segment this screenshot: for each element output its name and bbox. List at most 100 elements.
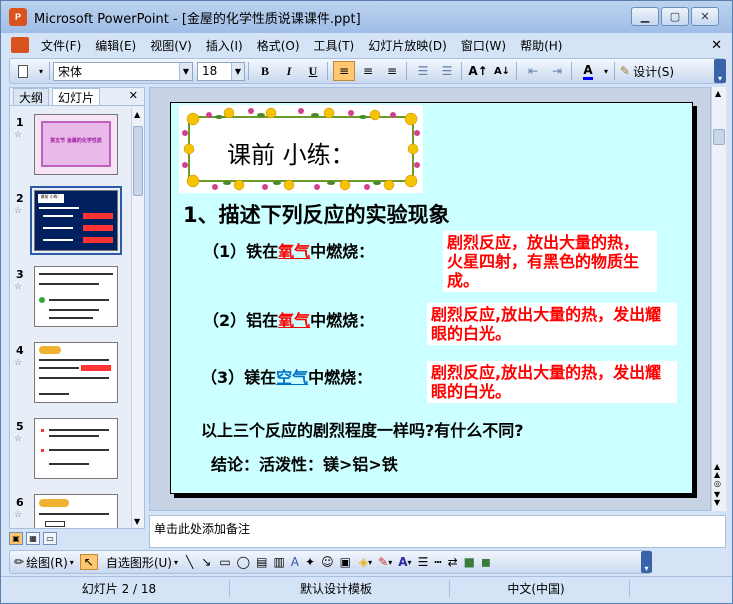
- numbered-list-button[interactable]: ☰: [412, 61, 434, 81]
- title-bar: P Microsoft PowerPoint - [金屋的化学性质说课课件.pp…: [1, 1, 732, 33]
- select-pointer-button[interactable]: ↖: [79, 554, 98, 570]
- oval-tool-icon[interactable]: ◯: [237, 555, 250, 569]
- design-button[interactable]: ✎ 设计(S): [620, 63, 674, 80]
- slideshow-view-icon[interactable]: ▭: [43, 531, 57, 545]
- align-right-button[interactable]: ≡: [381, 61, 403, 81]
- font-name-select[interactable]: 宋体 ▼: [53, 61, 193, 81]
- underline-button[interactable]: U: [302, 61, 324, 81]
- minimize-button[interactable]: ▁: [631, 7, 659, 26]
- normal-view-icon[interactable]: ▣: [9, 531, 23, 545]
- formatting-toolbar: ▾ 宋体 ▼ 18 ▼ B I U ≡ ≡ ≡ ☰ ☰ A↑ A↓ ⇤ ⇥ A …: [9, 58, 725, 84]
- previous-slide-icon[interactable]: ▲ ▲: [714, 463, 720, 479]
- sorter-view-icon[interactable]: ▦: [26, 531, 40, 545]
- font-color-button[interactable]: A: [577, 61, 599, 81]
- new-document-button[interactable]: [12, 61, 34, 81]
- align-left-button[interactable]: ≡: [333, 61, 355, 81]
- line-tool-icon[interactable]: ╲: [186, 555, 193, 569]
- animation-star-icon: ☆: [14, 510, 23, 520]
- menu-help[interactable]: 帮助(H): [520, 37, 562, 54]
- chevron-down-icon: ▾: [407, 557, 412, 567]
- shadow-style-icon[interactable]: ■: [464, 555, 475, 569]
- next-slide-icon[interactable]: ▼ ▼: [714, 491, 720, 507]
- toolbar-separator: [406, 62, 407, 80]
- thumbnail-preview: [34, 418, 118, 479]
- arrow-tool-icon[interactable]: ↘: [201, 555, 211, 569]
- thumbnail-scrollbar[interactable]: ▲ ▼: [131, 108, 144, 528]
- bold-button[interactable]: B: [254, 61, 276, 81]
- editor-scrollbar[interactable]: ▲ ▲ ▲ ◎ ▼ ▼: [711, 87, 726, 511]
- animation-star-icon: ☆: [14, 358, 23, 368]
- scroll-up-icon[interactable]: ▲: [134, 110, 140, 119]
- close-window-button[interactable]: ✕: [691, 7, 719, 26]
- close-pane-icon[interactable]: ✕: [129, 89, 138, 102]
- draw-menu-button[interactable]: 绘图(R): [26, 554, 68, 571]
- drawing-toolbar: ✏ 绘图(R) ▾ ↖ 自选图形(U) ▾ ╲ ↘ ▭ ◯ ▤ ▥ A ✦ ☺ …: [9, 550, 651, 574]
- powerpoint-app-icon: P: [9, 8, 27, 26]
- bulleted-list-button[interactable]: ☰: [436, 61, 458, 81]
- blank-page-icon: [18, 64, 28, 78]
- toolbar-options-icon[interactable]: ▾: [714, 59, 726, 83]
- menu-tools[interactable]: 工具(T): [314, 37, 355, 54]
- window-title: Microsoft PowerPoint - [金屋的化学性质说课课件.ppt]: [34, 11, 361, 27]
- menu-window[interactable]: 窗口(W): [461, 37, 506, 54]
- wordart-icon[interactable]: A: [291, 555, 299, 569]
- scrollbar-thumb[interactable]: [713, 129, 725, 145]
- italic-button[interactable]: I: [278, 61, 300, 81]
- picture-icon[interactable]: ▣: [340, 555, 351, 569]
- menu-file[interactable]: 文件(F): [41, 37, 81, 54]
- slide-canvas[interactable]: 课前 小练： 1、描述下列反应的实验现象 （1）铁在氧气中燃烧： 剧烈反应，放出…: [170, 102, 693, 494]
- slide-editor: 课前 小练： 1、描述下列反应的实验现象 （1）铁在氧气中燃烧： 剧烈反应，放出…: [149, 87, 711, 511]
- slide-number: 4: [16, 344, 24, 357]
- document-icon[interactable]: [11, 37, 29, 53]
- scrollbar-thumb[interactable]: [133, 126, 143, 196]
- slide-number: 6: [16, 496, 24, 509]
- new-dropdown-icon[interactable]: ▾: [36, 61, 46, 81]
- item-gas: 氧气: [278, 311, 311, 330]
- menu-insert[interactable]: 插入(I): [206, 37, 243, 54]
- slides-pane: 大纲 幻灯片 ✕ 1 ☆ 第五节 金属的化学性质 2 ☆ 课前 小练： 3 ☆ …: [9, 87, 145, 529]
- answer-box-3: 剧烈反应,放出大量的热，发出耀眼的白光。: [427, 361, 677, 403]
- arrow-style-icon[interactable]: ⇄: [448, 555, 458, 569]
- conclusion-text: 结论：活泼性：镁>铝>铁: [211, 455, 398, 474]
- toolbar-separator: [614, 62, 615, 80]
- menu-view[interactable]: 视图(V): [150, 37, 192, 54]
- pointer-icon: ↖: [83, 555, 94, 569]
- maximize-button[interactable]: ▢: [661, 7, 689, 26]
- notes-pane[interactable]: 单击此处添加备注: [149, 515, 726, 548]
- line-style-icon[interactable]: ☰: [418, 555, 429, 569]
- status-bar: 幻灯片 2 / 18 默认设计模板 中文(中国): [1, 576, 732, 600]
- scroll-up-icon[interactable]: ▲: [715, 89, 721, 98]
- 3d-style-icon[interactable]: ◼: [481, 555, 491, 569]
- status-divider: [629, 580, 630, 597]
- drawbar-options-icon[interactable]: ▾: [641, 551, 652, 573]
- decrease-indent-button[interactable]: ⇤: [522, 61, 544, 81]
- close-document-icon[interactable]: ✕: [711, 38, 722, 53]
- autoshapes-button[interactable]: 自选图形(U): [106, 554, 172, 571]
- decrease-font-button[interactable]: A↓: [491, 61, 513, 81]
- scroll-down-icon[interactable]: ▼: [134, 517, 140, 526]
- font-size-select[interactable]: 18 ▼: [197, 61, 245, 81]
- rectangle-tool-icon[interactable]: ▭: [219, 555, 230, 569]
- textbox-tool-icon[interactable]: ▤: [256, 555, 267, 569]
- menu-format[interactable]: 格式(O): [257, 37, 300, 54]
- align-left-icon: ≡: [338, 64, 350, 78]
- pane-tabs: 大纲 幻灯片 ✕: [10, 88, 144, 106]
- thumbnail-title: 第五节 金属的化学性质: [50, 138, 102, 144]
- increase-font-button[interactable]: A↑: [467, 61, 489, 81]
- diagram-icon[interactable]: ✦: [305, 555, 315, 569]
- line-color-icon[interactable]: ✎: [378, 555, 388, 569]
- fill-color-icon[interactable]: ◈: [359, 555, 368, 569]
- align-right-icon: ≡: [386, 64, 398, 78]
- tab-outline[interactable]: 大纲: [13, 88, 50, 105]
- font-color-dropdown-icon[interactable]: ▾: [601, 61, 611, 81]
- menu-slideshow[interactable]: 幻灯片放映(D): [368, 37, 447, 54]
- select-object-icon[interactable]: ◎: [714, 479, 721, 488]
- menu-edit[interactable]: 编辑(E): [95, 37, 136, 54]
- vertical-textbox-icon[interactable]: ▥: [273, 555, 284, 569]
- increase-indent-button[interactable]: ⇥: [546, 61, 568, 81]
- align-center-button[interactable]: ≡: [357, 61, 379, 81]
- dash-style-icon[interactable]: ┅: [434, 555, 441, 569]
- font-color-draw-icon[interactable]: A: [398, 555, 407, 569]
- tab-slides[interactable]: 幻灯片: [52, 88, 101, 105]
- clipart-icon[interactable]: ☺: [321, 555, 334, 569]
